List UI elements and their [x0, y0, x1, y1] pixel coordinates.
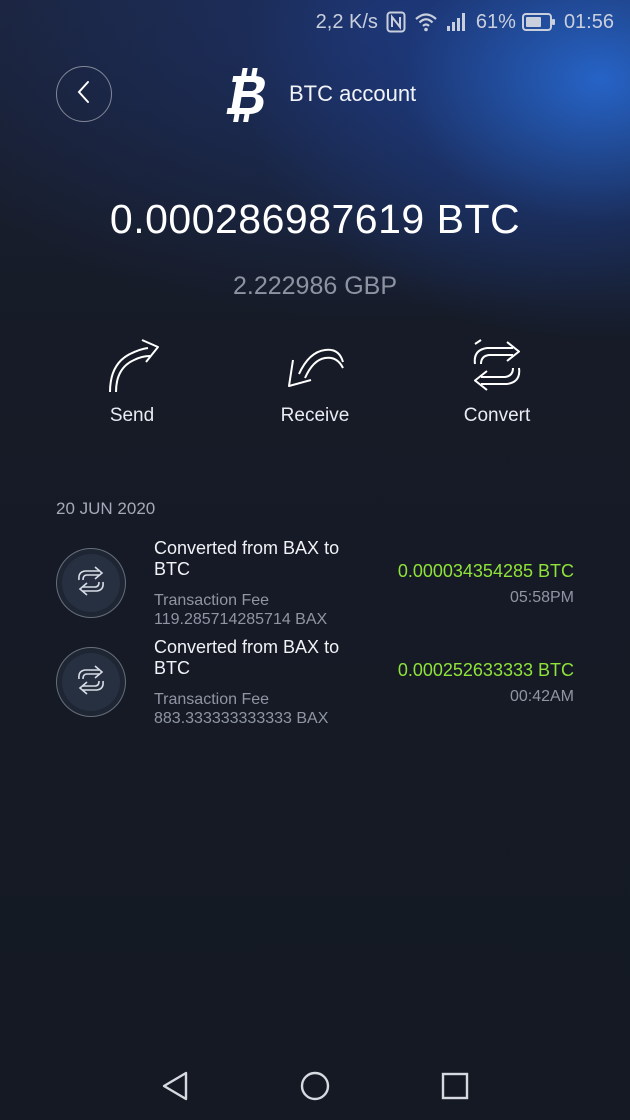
transaction-avatar: [56, 647, 126, 717]
network-speed: 2,2 K/s: [315, 10, 378, 33]
page-title: BTC account: [289, 81, 417, 106]
convert-icon: [75, 564, 107, 603]
nfc-icon: [386, 11, 406, 33]
transaction-time: 00:42AM: [509, 688, 574, 705]
fiat-balance: 2.222986 GBP: [232, 272, 397, 300]
transaction-fee-label: Transaction Fee: [154, 592, 270, 609]
battery-icon: [521, 13, 556, 31]
crypto-balance: 0.000286987619 BTC: [109, 196, 521, 242]
transaction-fee-label: Transaction Fee: [154, 691, 270, 708]
bitcoin-icon: [224, 66, 270, 124]
nav-recent-icon[interactable]: [435, 1066, 475, 1106]
clock: 01:56: [563, 10, 614, 33]
transaction-row[interactable]: Converted from BAX to BTC Transaction Fe…: [0, 635, 630, 731]
nav-home-icon[interactable]: [295, 1066, 335, 1106]
convert-icon: [467, 334, 527, 398]
nav-back-icon[interactable]: [155, 1066, 195, 1106]
back-button[interactable]: [56, 66, 112, 122]
transaction-amount: 0.000034354285 BTC: [397, 561, 574, 581]
convert-button[interactable]: Convert: [422, 330, 572, 440]
convert-icon: [75, 663, 107, 702]
send-arrow-icon: [102, 334, 162, 398]
transaction-avatar: [56, 548, 126, 618]
transaction-title: Converted from BAX to BTC: [154, 538, 340, 579]
wifi-icon: [414, 12, 438, 32]
header: BTC account: [0, 64, 630, 126]
receive-arrow-icon: [285, 334, 345, 398]
convert-label: Convert: [463, 405, 531, 426]
transaction-amount: 0.000252633333 BTC: [397, 660, 574, 680]
transaction-time: 05:58PM: [509, 589, 574, 606]
chevron-left-icon: [75, 80, 93, 109]
status-bar: 2,2 K/s 61% 01:56: [0, 0, 630, 44]
receive-button[interactable]: Receive: [240, 330, 390, 440]
transaction-title: Converted from BAX to BTC: [154, 637, 340, 678]
transaction-fee-value: 119.285714285714 BAX: [154, 611, 328, 628]
transaction-row[interactable]: Converted from BAX to BTC Transaction Fe…: [0, 536, 630, 632]
transaction-date-header: 20 JUN 2020: [56, 499, 156, 518]
system-nav-bar: [0, 1050, 630, 1120]
battery-percent: 61%: [475, 10, 516, 33]
transaction-fee-value: 883.333333333333 BAX: [154, 710, 329, 727]
send-button[interactable]: Send: [57, 330, 207, 440]
signal-icon: [446, 12, 468, 32]
receive-label: Receive: [280, 405, 350, 426]
send-label: Send: [109, 405, 155, 426]
action-bar: Send Receive Convert: [0, 330, 630, 440]
